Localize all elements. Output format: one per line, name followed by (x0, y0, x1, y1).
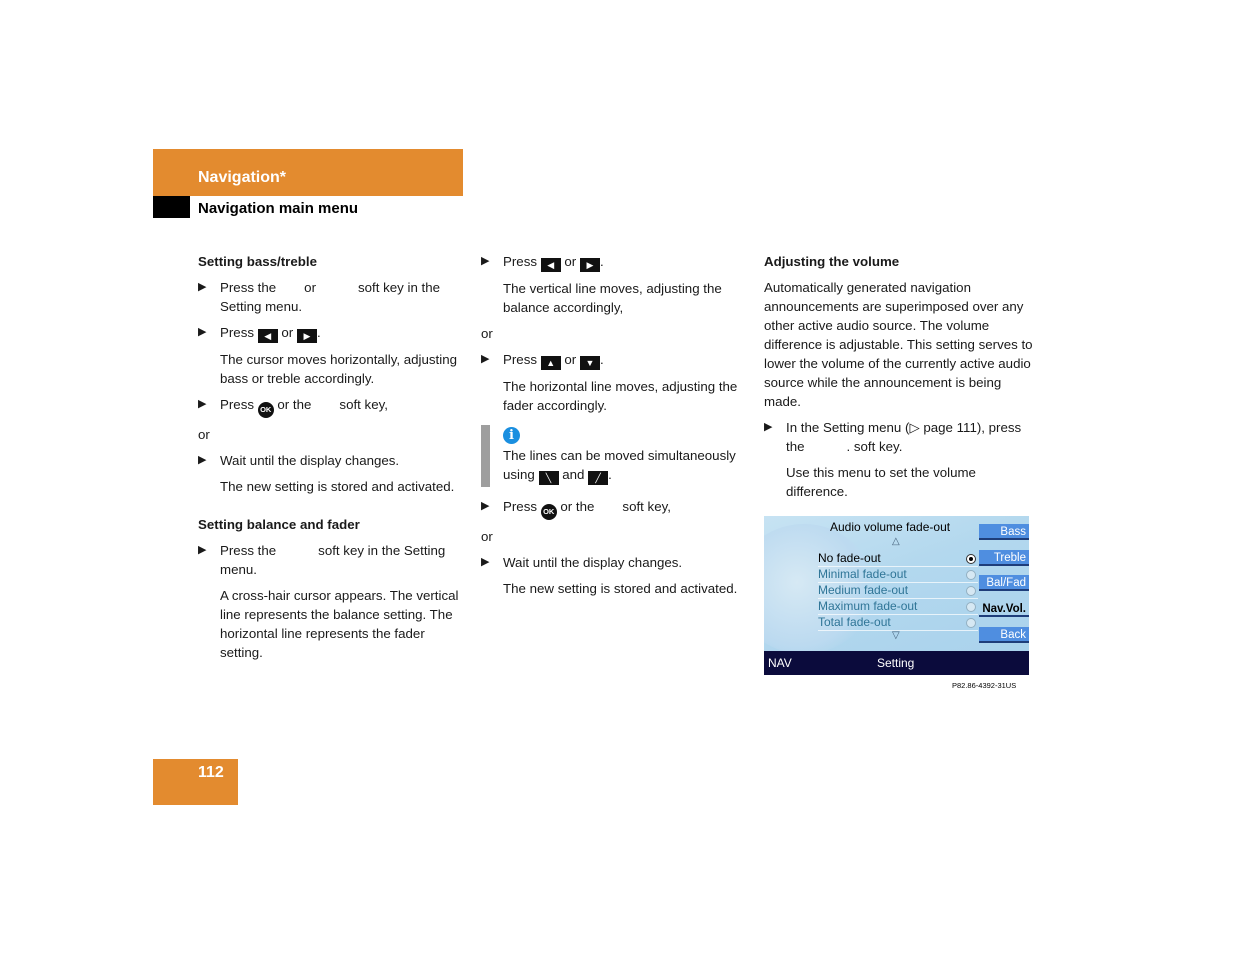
bullet-arrow-icon: ▶ (198, 544, 207, 556)
step: ▶ Press ◀ or ▶. (481, 254, 604, 272)
diagonal-up-key-icon: ╱ (588, 471, 609, 485)
softkey-bass[interactable]: Bass (979, 524, 1029, 540)
radio-icon[interactable] (966, 570, 976, 580)
bullet-arrow-icon: ▶ (481, 353, 490, 365)
left-key-icon: ◀ (257, 329, 278, 343)
section-marker (153, 196, 190, 218)
screen-title: Audio volume fade-out (830, 520, 951, 534)
page-number-box (153, 759, 238, 805)
ok-button-icon: OK (540, 504, 557, 520)
bullet-arrow-icon: ▶ (481, 500, 490, 512)
scroll-down-icon[interactable]: ▽ (892, 630, 900, 641)
screen-status-bar: NAV Setting (764, 651, 1029, 675)
paragraph: A cross-hair cursor appears. The vertica… (220, 588, 459, 660)
info-icon: i (503, 427, 520, 444)
step: ▶ Press the soft key in the Setting menu. (198, 543, 446, 577)
or-text: or (481, 326, 493, 341)
paragraph: The cursor moves horizontally, adjusting… (220, 352, 457, 386)
chapter-title: Navigation* (198, 169, 287, 186)
step: ▶ Wait until the display changes. (198, 453, 400, 468)
diagonal-down-key-icon: ╲ (538, 471, 559, 485)
option-total-fade-out[interactable]: Total fade-out (818, 615, 978, 631)
status-setting: Setting (877, 656, 915, 670)
info-bar (481, 425, 490, 487)
softkey-treble[interactable]: Treble (979, 550, 1029, 566)
scroll-up-icon[interactable]: △ (892, 536, 900, 547)
heading-adjusting-volume: Adjusting the volume (764, 254, 900, 269)
right-key-icon: ▶ (579, 258, 600, 272)
bullet-arrow-icon: ▶ (198, 398, 207, 410)
radio-icon[interactable] (966, 586, 976, 596)
paragraph: The horizontal line moves, adjusting the… (503, 379, 738, 413)
paragraph: The vertical line moves, adjusting the b… (503, 281, 722, 315)
paragraph: Automatically generated navigation annou… (764, 280, 1033, 409)
left-key-icon: ◀ (540, 258, 561, 272)
page-number: 112 (198, 764, 224, 781)
or-text: or (198, 427, 210, 442)
status-nav: NAV (768, 656, 792, 670)
down-key-icon: ▼ (579, 356, 600, 370)
bullet-arrow-icon: ▶ (198, 281, 207, 293)
softkey-bal-fad[interactable]: Bal/Fad (979, 575, 1029, 591)
step: ▶ Press OK or the soft key, (481, 497, 749, 520)
step: ▶ Wait until the display changes. (481, 555, 683, 570)
bullet-arrow-icon: ▶ (481, 255, 490, 267)
heading-bass-treble: Setting bass/treble (198, 254, 317, 269)
step: ▶ In the Setting menu (▷ page 111), pres… (764, 420, 1022, 454)
step: ▶ Press ◀ or ▶. (198, 325, 321, 343)
radio-icon[interactable] (966, 602, 976, 612)
or-text: or (481, 529, 493, 544)
image-caption: P82.86-4392-31US (952, 681, 1017, 690)
step: ▶ Press ▲ or ▼. (481, 352, 604, 370)
ok-button-icon: OK (257, 402, 274, 418)
bullet-arrow-icon: ▶ (198, 326, 207, 338)
paragraph: Use this menu to set the volume differen… (786, 465, 976, 499)
radio-selected-icon[interactable] (966, 554, 976, 564)
info-note: i The lines can be moved simultaneously … (481, 425, 749, 487)
column-2: ▶ Press ◀ or ▶. The vertical line moves,… (481, 252, 749, 605)
heading-balance-fader: Setting balance and fader (198, 517, 360, 532)
bullet-arrow-icon: ▶ (198, 454, 207, 466)
softkey-nav-vol[interactable]: Nav.Vol. (979, 601, 1029, 617)
option-no-fade-out[interactable]: No fade-out (818, 551, 978, 567)
option-minimal-fade-out[interactable]: Minimal fade-out (818, 567, 978, 583)
paragraph: The new setting is stored and activated. (503, 581, 738, 596)
step: ▶ Press OK or the soft key, (198, 395, 466, 418)
radio-icon[interactable] (966, 618, 976, 628)
paragraph: The new setting is stored and activated. (220, 479, 455, 494)
bullet-arrow-icon: ▶ (481, 556, 490, 568)
option-medium-fade-out[interactable]: Medium fade-out (818, 583, 978, 599)
softkey-back[interactable]: Back (979, 627, 1029, 643)
step: ▶ Press the or soft key in the Setting men… (198, 280, 441, 314)
bullet-arrow-icon: ▶ (764, 421, 773, 433)
audio-fade-out-screen: Audio volume fade-out △ No fade-out Mini… (764, 516, 1029, 675)
section-title: Navigation main menu (198, 200, 359, 217)
right-key-icon: ▶ (296, 329, 317, 343)
up-key-icon: ▲ (540, 356, 561, 370)
column-3: Adjusting the volume Automatically gener… (764, 252, 1034, 508)
column-1: Setting bass/treble ▶ Press the or soft ke… (198, 252, 466, 669)
option-maximum-fade-out[interactable]: Maximum fade-out (818, 599, 978, 615)
